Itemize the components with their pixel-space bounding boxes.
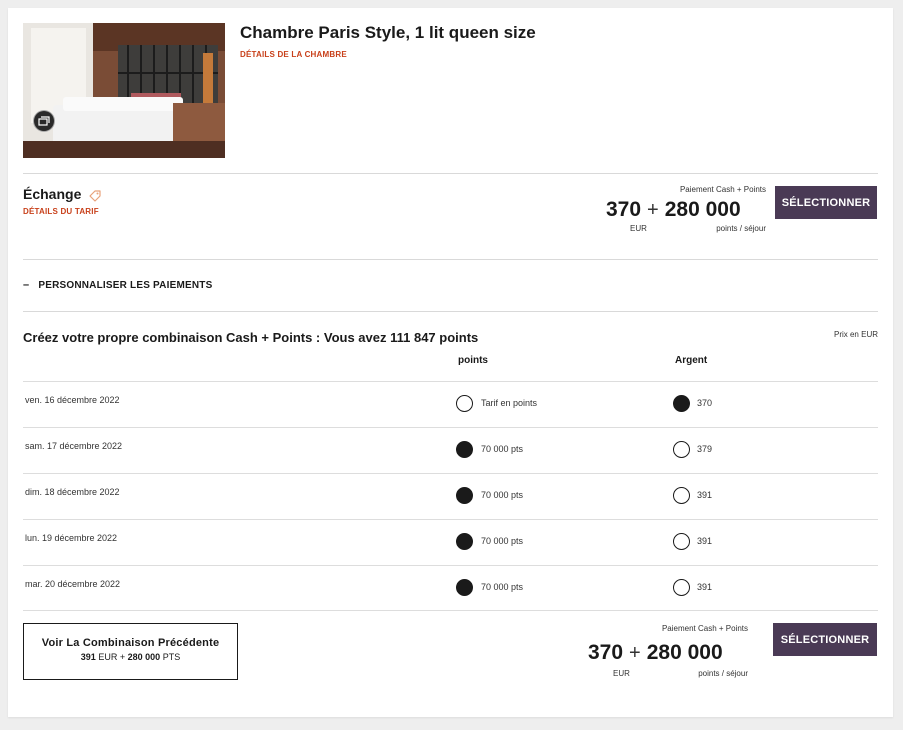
- row-date: lun. 19 décembre 2022: [25, 533, 118, 543]
- rate-price: 370 + 280 000: [606, 199, 741, 220]
- gallery-icon: [38, 116, 50, 126]
- money-option-label: 379: [697, 444, 713, 454]
- personalize-payments-toggle[interactable]: – PERSONNALISER LES PAIEMENTS: [23, 279, 212, 291]
- money-radio[interactable]: [673, 441, 690, 458]
- previous-points: 280 000: [127, 652, 161, 662]
- points-radio[interactable]: [456, 579, 473, 596]
- summary-cash-amount: 370: [588, 641, 624, 664]
- payment-caption: Paiement Cash + Points: [679, 185, 766, 194]
- previous-cash: 391: [80, 652, 96, 662]
- divider: [23, 173, 878, 174]
- money-radio[interactable]: [673, 579, 690, 596]
- plus-sign: +: [647, 199, 659, 221]
- row-divider: [23, 427, 878, 428]
- summary-plus-sign: +: [629, 642, 641, 664]
- summary-cash-unit: EUR: [613, 669, 630, 678]
- row-divider: [23, 610, 878, 611]
- money-option-label: 391: [697, 536, 713, 546]
- row-divider: [23, 565, 878, 566]
- collapse-icon: –: [23, 279, 30, 291]
- currency-note: Prix en EUR: [833, 330, 878, 339]
- rate-cash-unit: EUR: [630, 224, 647, 233]
- room-photo-image: [23, 23, 225, 158]
- divider: [23, 311, 878, 312]
- room-rate-card: Chambre Paris Style, 1 lit queen size DÉ…: [8, 8, 893, 717]
- select-summary-button[interactable]: SÉLECTIONNER: [773, 623, 877, 656]
- summary-points-unit: points / séjour: [698, 669, 748, 678]
- column-header-points: points: [458, 355, 488, 366]
- divider: [23, 259, 878, 260]
- previous-combination-button[interactable]: Voir La Combinaison Précédente 391 EUR +…: [23, 623, 238, 680]
- rate-cash-amount: 370: [606, 198, 642, 221]
- summary-price: 370 + 280 000: [588, 642, 723, 663]
- previous-cash-unit: EUR: [98, 652, 118, 662]
- points-option-label: 70 000 pts: [481, 444, 524, 454]
- personalize-label: PERSONNALISER LES PAIEMENTS: [38, 279, 213, 291]
- summary-points-amount: 280 000: [646, 641, 723, 664]
- points-option-label: 70 000 pts: [481, 582, 524, 592]
- combination-title: Créez votre propre combinaison Cash + Po…: [23, 330, 479, 345]
- select-rate-button[interactable]: SÉLECTIONNER: [775, 186, 877, 219]
- room-photo[interactable]: [23, 23, 225, 158]
- money-radio[interactable]: [673, 533, 690, 550]
- money-option-label: 370: [697, 398, 713, 408]
- points-radio[interactable]: [456, 395, 473, 412]
- previous-combination-summary: 391 EUR + 280 000 PTS: [24, 652, 237, 662]
- room-details-link[interactable]: DÉTAILS DE LA CHAMBRE: [240, 50, 347, 59]
- row-date: ven. 16 décembre 2022: [25, 395, 120, 405]
- row-divider: [23, 519, 878, 520]
- rate-name: Échange: [23, 186, 82, 202]
- rate-points-unit: points / séjour: [716, 224, 766, 233]
- money-option-label: 391: [697, 582, 713, 592]
- rate-details-link[interactable]: DÉTAILS DU TARIF: [23, 207, 99, 216]
- row-divider: [23, 473, 878, 474]
- gallery-button[interactable]: [33, 110, 55, 132]
- previous-combination-title: Voir La Combinaison Précédente: [41, 637, 220, 649]
- previous-points-unit: PTS: [162, 652, 181, 662]
- room-title: Chambre Paris Style, 1 lit queen size: [240, 23, 536, 42]
- row-date: sam. 17 décembre 2022: [25, 441, 123, 451]
- summary-payment-caption: Paiement Cash + Points: [661, 624, 748, 633]
- previous-plus: +: [119, 652, 126, 662]
- rate-points-amount: 280 000: [664, 198, 741, 221]
- row-date: mar. 20 décembre 2022: [25, 579, 121, 589]
- points-option-label: 70 000 pts: [481, 536, 524, 546]
- row-divider: [23, 381, 878, 382]
- money-option-label: 391: [697, 490, 713, 500]
- points-radio[interactable]: [456, 487, 473, 504]
- money-radio[interactable]: [673, 487, 690, 504]
- points-radio[interactable]: [456, 441, 473, 458]
- row-date: dim. 18 décembre 2022: [25, 487, 120, 497]
- points-option-label: 70 000 pts: [481, 490, 524, 500]
- money-radio[interactable]: [673, 395, 690, 412]
- column-header-money: Argent: [675, 355, 708, 366]
- points-option-label: Tarif en points: [481, 398, 538, 408]
- tag-icon: [89, 190, 101, 202]
- points-radio[interactable]: [456, 533, 473, 550]
